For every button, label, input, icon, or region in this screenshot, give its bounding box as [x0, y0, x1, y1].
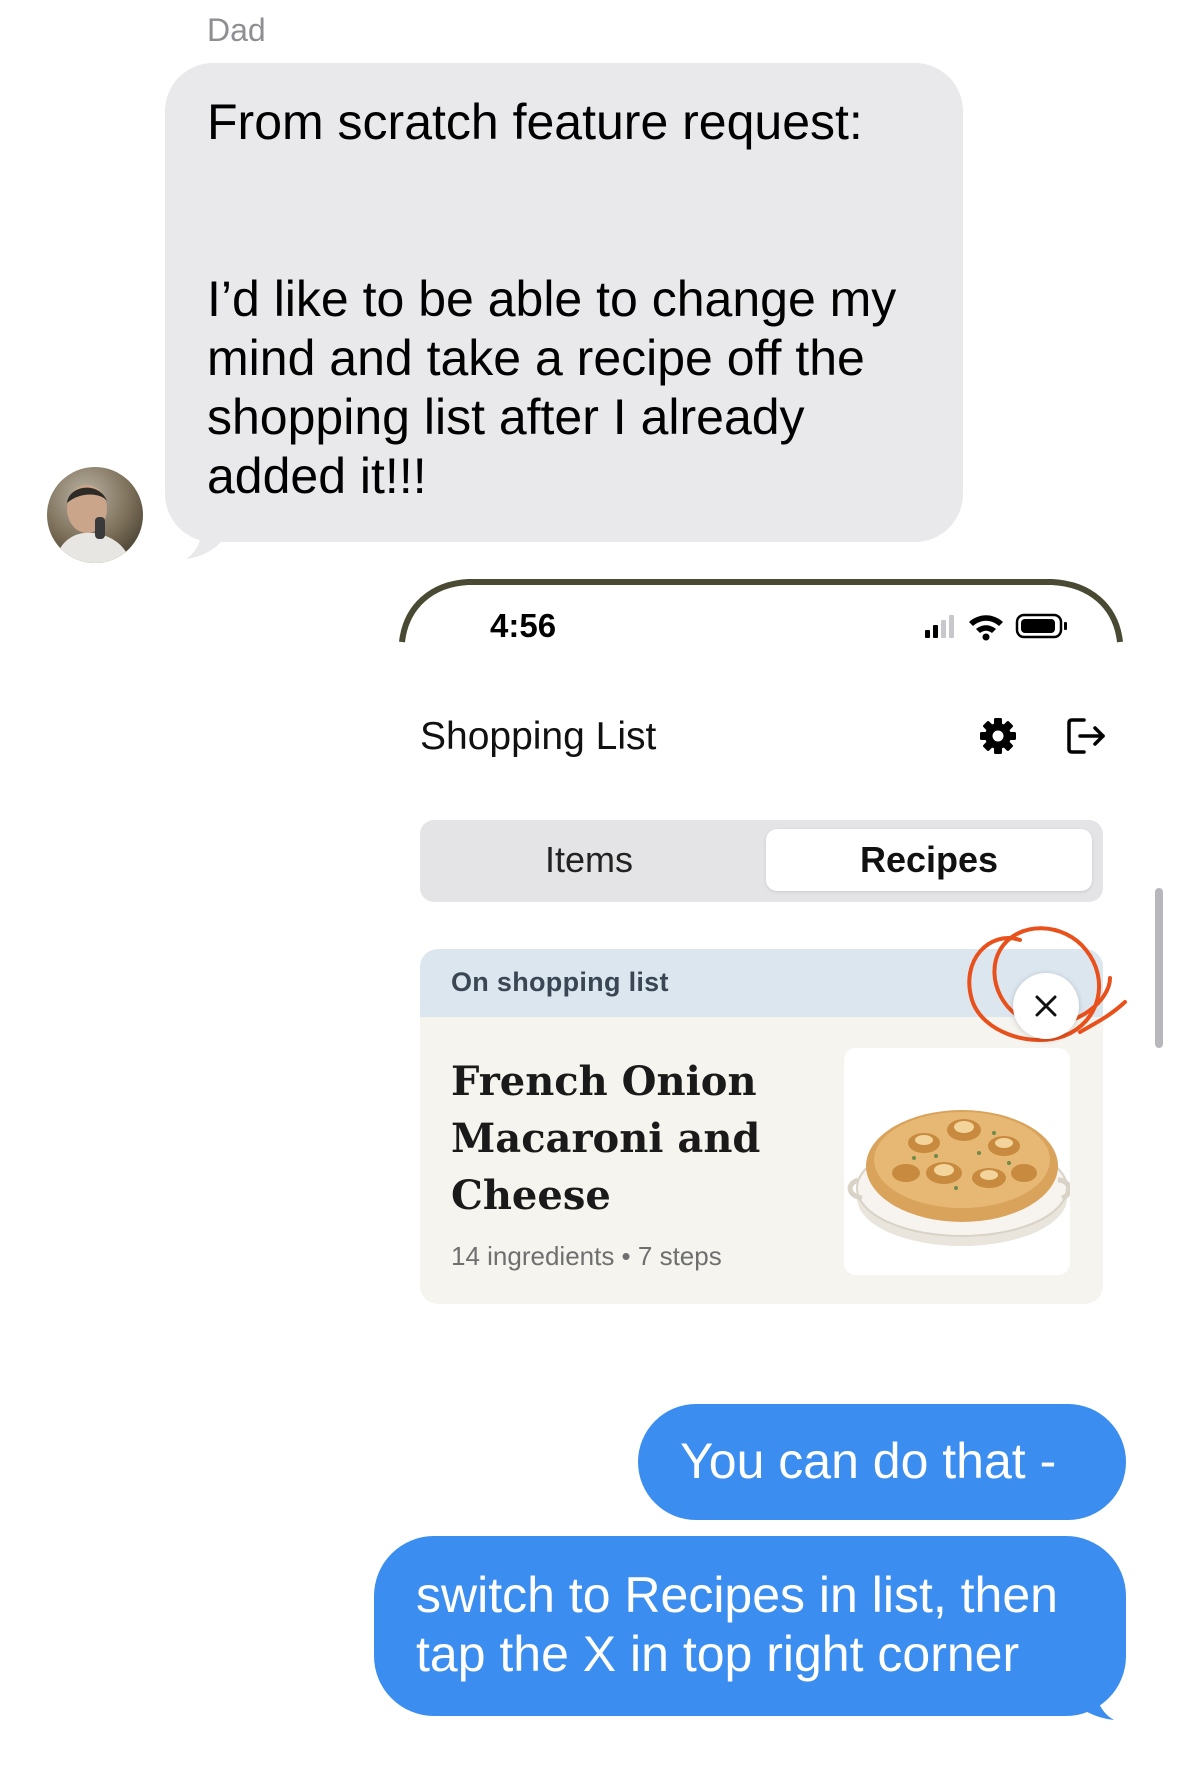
person-icon: [47, 467, 143, 563]
message-line: switch to Recipes in list, then: [416, 1567, 1058, 1623]
recipe-title-line: French Onion: [451, 1058, 757, 1105]
status-icons: [925, 613, 1067, 641]
tab-switcher: Items Recipes: [420, 820, 1103, 902]
baked-dish-icon: [847, 1110, 1070, 1246]
outgoing-message-bubble[interactable]: You can do that -: [638, 1404, 1126, 1520]
outgoing-message-bubble[interactable]: switch to Recipes in list, then tap the …: [374, 1536, 1126, 1716]
message-line: added it!!!: [207, 448, 427, 504]
message-line: I’d like to be able to change my: [207, 271, 897, 327]
tab-recipes[interactable]: Recipes: [766, 829, 1092, 891]
on-shopping-list-label: On shopping list: [451, 967, 669, 997]
incoming-message-bubble[interactable]: From scratch feature request: I’d like t…: [165, 63, 963, 542]
scroll-indicator[interactable]: [1155, 888, 1163, 1048]
signal-icon: [925, 615, 954, 638]
recipe-title-line: Macaroni and: [451, 1115, 761, 1162]
message-line: tap the X in top right corner: [416, 1626, 1020, 1682]
message-line: shopping list after I already: [207, 389, 805, 445]
logout-icon[interactable]: [1066, 716, 1108, 756]
recipe-meta: 14 ingredients • 7 steps: [451, 1241, 722, 1271]
recipe-title-line: Cheese: [451, 1172, 611, 1219]
incoming-bubble-tail: [186, 515, 226, 559]
tab-items[interactable]: Items: [426, 829, 752, 891]
message-line: From scratch feature request:: [207, 94, 863, 150]
message-line: mind and take a recipe off the: [207, 330, 865, 386]
sender-name: Dad: [207, 12, 266, 48]
wifi-icon: [969, 615, 1003, 641]
battery-icon: [1015, 613, 1067, 639]
app-title: Shopping List: [420, 715, 657, 758]
gear-icon[interactable]: [978, 716, 1018, 756]
outgoing-bubble-tail: [1070, 1676, 1114, 1720]
status-time: 4:56: [490, 607, 557, 644]
message-line: You can do that -: [680, 1433, 1057, 1489]
close-icon: [1035, 995, 1057, 1017]
remove-recipe-button[interactable]: [1013, 973, 1079, 1039]
recipe-image: [844, 1048, 1070, 1275]
recipe-title: French Onion Macaroni and Cheese: [451, 1053, 781, 1224]
sender-avatar[interactable]: [47, 467, 143, 563]
